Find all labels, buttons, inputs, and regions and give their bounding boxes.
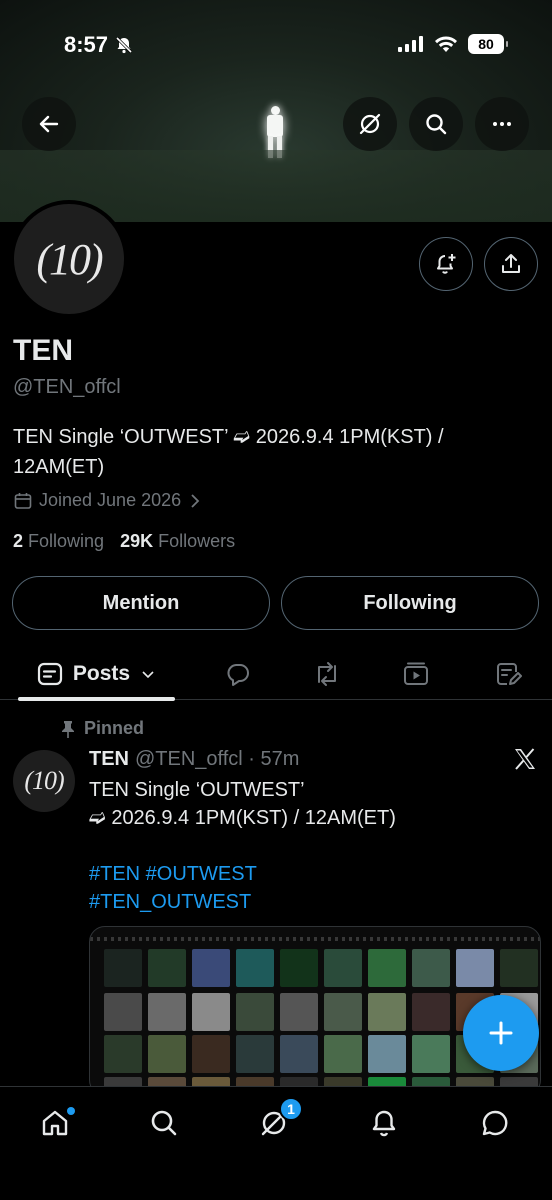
following-label: Following (28, 531, 105, 551)
bottom-nav: 1 (0, 1086, 552, 1200)
battery-indicator: 80 (468, 34, 508, 54)
share-icon (502, 254, 520, 273)
profile-name: TEN (13, 334, 73, 367)
notify-button[interactable] (419, 237, 473, 291)
hashtag-line-1[interactable]: #TEN #OUTWEST (89, 860, 257, 888)
bell-icon (372, 1110, 396, 1137)
message-bubble-icon (482, 1110, 508, 1136)
tab-posts-label: Posts (72, 662, 131, 685)
post-author-name[interactable]: TEN (89, 748, 129, 771)
pinned-label: Pinned (84, 718, 145, 738)
home-unread-dot (67, 1107, 75, 1115)
grok-icon (359, 113, 381, 135)
grok-button[interactable] (343, 97, 397, 151)
following-count: 2 (13, 531, 24, 551)
nav-search[interactable] (144, 1103, 184, 1143)
joined-label: Joined June 2026 (39, 490, 182, 510)
film-strip-row (104, 949, 540, 987)
joined-date[interactable]: Joined June 2026 (13, 490, 203, 511)
repost-icon (318, 662, 336, 686)
posts-icon (37, 662, 63, 686)
profile-handle: @TEN_offcl (13, 376, 121, 398)
post-line-2: ➫ 2026.9.4 1PM(KST) / 12AM(ET) (89, 807, 396, 829)
search-icon (151, 1110, 177, 1136)
following-count-link[interactable]: 2 Following (13, 531, 104, 552)
status-bar: 8:57 80 (0, 28, 552, 64)
bio-line-2: 12AM(ET) (13, 456, 105, 478)
pinned-indicator: Pinned (60, 718, 144, 739)
tab-posts[interactable]: Posts (18, 648, 175, 700)
cellular-signal-icon (398, 36, 423, 52)
grok-badge: 1 (279, 1097, 303, 1121)
profile-avatar[interactable]: (10) (10, 200, 128, 318)
post-text: TEN Single ‘OUTWEST’ ➫ 2026.9.4 1PM(KST)… (89, 776, 529, 832)
nav-messages[interactable] (475, 1103, 515, 1143)
post-handle-time: @TEN_offcl · 57m (135, 748, 300, 770)
mention-button[interactable]: Mention (12, 576, 270, 630)
media-icon (404, 662, 428, 685)
tab-media[interactable] (390, 648, 442, 700)
tab-reposts[interactable] (301, 648, 353, 700)
wifi-icon (435, 36, 457, 52)
chevron-down-icon (142, 671, 154, 679)
nav-notifications[interactable] (364, 1103, 404, 1143)
bio-line-1: TEN Single ‘OUTWEST’ ➫ 2026.9.4 1PM(KST)… (13, 426, 444, 448)
followers-count: 29K (120, 531, 154, 551)
pin-icon (62, 720, 74, 738)
bell-plus-icon (437, 254, 456, 274)
plus-icon (489, 1021, 513, 1045)
reply-bubble-icon (227, 664, 249, 686)
banner-figure (262, 106, 288, 158)
more-dots-icon (493, 122, 511, 126)
post-author-avatar[interactable]: (10) (13, 750, 75, 812)
post-hashtags: #TEN #OUTWEST #TEN_OUTWEST (89, 860, 257, 916)
x-logo-icon (515, 748, 535, 770)
followers-label: Followers (158, 531, 236, 551)
post-line-1: TEN Single ‘OUTWEST’ (89, 779, 305, 801)
avatar-logo: (10) (14, 204, 124, 314)
search-icon (426, 114, 447, 135)
silent-bell-icon (115, 36, 133, 54)
profile-bio: TEN Single ‘OUTWEST’ ➫ 2026.9.4 1PM(KST)… (13, 422, 533, 482)
followers-count-link[interactable]: 29K Followers (120, 531, 235, 552)
follow-counts: 2 Following 29K Followers (13, 531, 235, 552)
following-button[interactable]: Following (281, 576, 539, 630)
more-button[interactable] (475, 97, 529, 151)
calendar-icon (14, 492, 32, 509)
active-tab-indicator (18, 697, 175, 701)
status-time: 8:57 (64, 32, 109, 57)
profile-tabs: Posts (0, 648, 552, 700)
post-header: TEN @TEN_offcl · 57m (89, 748, 299, 771)
tab-replies[interactable] (212, 648, 264, 700)
share-button[interactable] (484, 237, 538, 291)
hashtag-line-2[interactable]: #TEN_OUTWEST (89, 888, 257, 916)
arrow-left-icon (39, 115, 59, 133)
article-edit-icon (497, 663, 522, 685)
chevron-right-icon (191, 493, 200, 508)
compose-button[interactable] (463, 995, 539, 1071)
back-button[interactable] (22, 97, 76, 151)
search-button[interactable] (409, 97, 463, 151)
tab-articles[interactable] (482, 648, 534, 700)
